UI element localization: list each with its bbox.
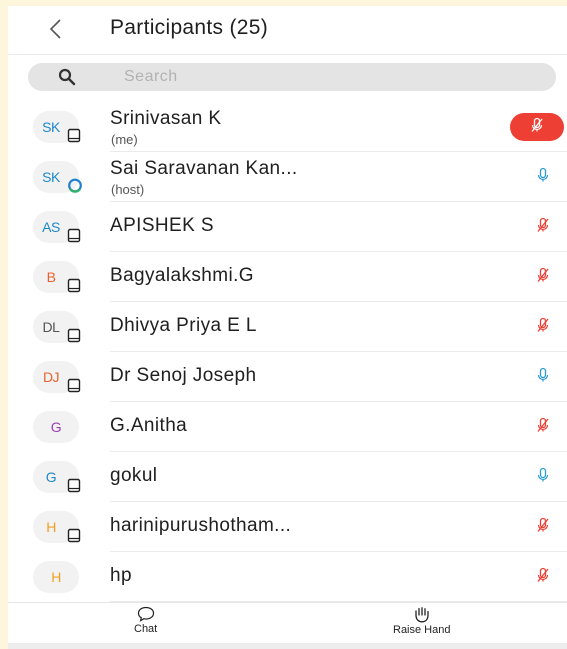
participant-name: APISHEK S [110, 215, 214, 236]
avatar-initials: DJ [42, 369, 60, 385]
phone-icon [67, 228, 81, 243]
search-input[interactable] [124, 66, 524, 88]
mic-muted-button[interactable] [528, 212, 558, 242]
participant-name: G.Anitha [110, 415, 188, 436]
phone-icon [67, 328, 81, 343]
microphone-muted-icon [537, 517, 549, 538]
avatar-initials: SK [42, 119, 60, 135]
page-title: Participants (25) [110, 16, 268, 39]
participant-name: Sai Saravanan Kan... [110, 158, 298, 179]
microphone-icon [537, 367, 549, 388]
chat-label: Chat [134, 623, 158, 635]
chat-bubble-icon [137, 606, 154, 622]
participant-row[interactable]: SK Sai Saravanan Kan... (host) [8, 152, 567, 202]
microphone-muted-icon [537, 267, 549, 288]
participant-name: harinipurushotham... [110, 515, 292, 536]
microphone-icon [537, 167, 549, 188]
avatar-initials: H [46, 519, 56, 535]
participant-name: Dr Senoj Joseph [110, 365, 257, 386]
avatar-initials: DL [42, 319, 60, 335]
microphone-muted-icon [537, 417, 549, 438]
participant-row[interactable]: DL Dhivya Priya E L [8, 302, 567, 352]
avatar-initials: B [46, 269, 56, 285]
mic-muted-button[interactable] [510, 113, 564, 141]
phone-icon [67, 528, 81, 543]
participant-row[interactable]: AS APISHEK S [8, 202, 567, 252]
participant-name: Dhivya Priya E L [110, 315, 257, 336]
bottom-toolbar: Chat Raise Hand [8, 602, 567, 649]
participant-row[interactable]: Ggokul [8, 452, 567, 502]
avatar-initials: G [45, 469, 57, 485]
bottom-strip [8, 643, 567, 649]
phone-icon [67, 278, 81, 293]
participant-role: (host) [111, 182, 145, 197]
participant-row[interactable]: Hhp [8, 552, 567, 602]
participants-screen: Participants (25) SK Srinivasan K (me) SK Sa… [8, 6, 567, 649]
mic-muted-button[interactable] [528, 562, 558, 592]
participant-row[interactable]: Hharinipurushotham... [8, 502, 567, 552]
search-bar[interactable] [28, 63, 556, 91]
participant-row[interactable]: B Bagyalakshmi.G [8, 252, 567, 302]
avatar-initials: SK [42, 169, 60, 185]
microphone-muted-icon [537, 567, 549, 588]
mic-on-button[interactable] [528, 462, 558, 492]
avatar-initials: G [50, 419, 62, 435]
mic-on-button[interactable] [528, 162, 558, 192]
participant-name: Srinivasan K [110, 108, 222, 129]
participant-list: SK Srinivasan K (me) SK Sai Saravanan Kan...… [8, 102, 567, 602]
avatar: H [33, 561, 79, 593]
participant-name: Bagyalakshmi.G [110, 265, 254, 286]
participant-row[interactable]: G G.Anitha [8, 402, 567, 452]
mic-muted-button[interactable] [528, 262, 558, 292]
microphone-muted-icon [537, 317, 549, 338]
mic-muted-button[interactable] [528, 312, 558, 342]
avatar: G [33, 411, 79, 443]
mic-muted-button[interactable] [528, 412, 558, 442]
search-icon [58, 68, 76, 86]
microphone-muted-icon [531, 117, 543, 138]
raise-hand-label: Raise Hand [393, 624, 451, 636]
participant-row[interactable]: SK Srinivasan K (me) [8, 102, 567, 152]
mic-on-button[interactable] [528, 362, 558, 392]
participant-name: gokul [110, 465, 158, 486]
participant-row[interactable]: DJ Dr Senoj Joseph [8, 352, 567, 402]
chat-button[interactable]: Chat [134, 606, 157, 635]
avatar-initials: H [51, 569, 61, 585]
microphone-icon [537, 467, 549, 488]
participant-name: hp [110, 565, 132, 586]
avatar-initials: AS [42, 219, 60, 235]
phone-icon [67, 128, 81, 143]
phone-icon [67, 378, 81, 393]
chevron-left-icon [49, 19, 61, 39]
header-bar: Participants (25) [8, 6, 567, 55]
microphone-muted-icon [537, 217, 549, 238]
ring-icon [67, 178, 82, 193]
raise-hand-button[interactable]: Raise Hand [393, 606, 450, 636]
mic-muted-button[interactable] [528, 512, 558, 542]
phone-icon [67, 478, 81, 493]
back-button[interactable] [40, 12, 70, 46]
raise-hand-icon [415, 607, 429, 623]
participant-role: (me) [111, 132, 138, 147]
